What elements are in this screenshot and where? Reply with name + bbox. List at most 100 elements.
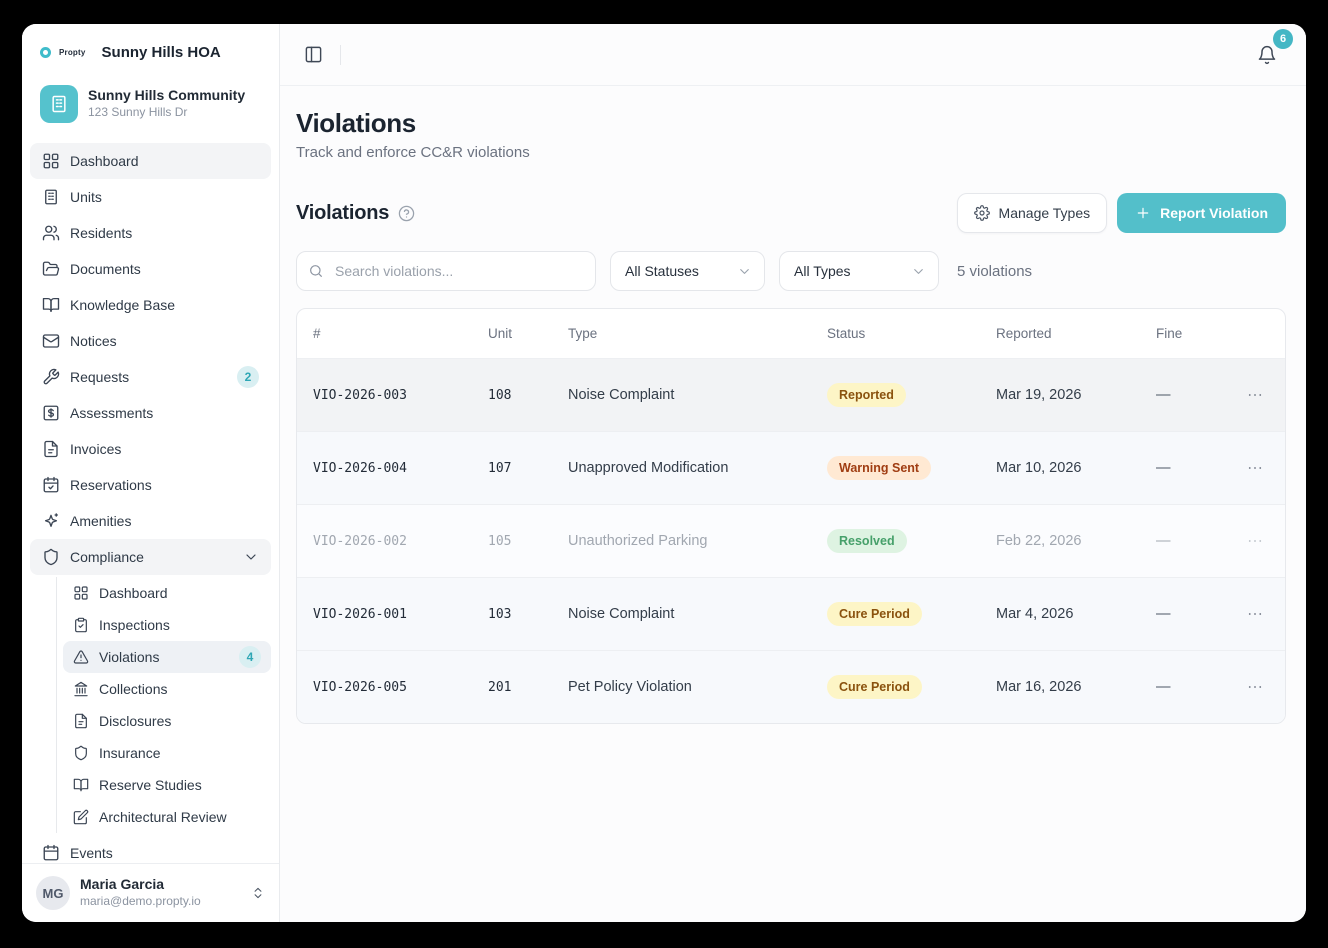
- ellipsis-icon: [1246, 386, 1264, 404]
- violation-unit: 103: [488, 607, 568, 622]
- sidebar-item-amenities[interactable]: Amenities: [30, 503, 271, 539]
- subnav-item-disclosures[interactable]: Disclosures: [63, 705, 271, 737]
- file-text-icon: [73, 713, 89, 729]
- topbar-divider: [340, 45, 341, 65]
- violations-table: # Unit Type Status Reported Fine VIO-202…: [296, 308, 1286, 724]
- violation-type: Unauthorized Parking: [568, 533, 827, 549]
- report-violation-button[interactable]: Report Violation: [1117, 193, 1286, 233]
- help-icon[interactable]: [398, 205, 415, 222]
- violation-reported-date: Feb 22, 2026: [996, 533, 1156, 549]
- calendar-icon: [42, 844, 60, 862]
- notification-count-badge: 6: [1273, 29, 1293, 49]
- violation-id: VIO-2026-005: [313, 680, 488, 695]
- manage-types-button[interactable]: Manage Types: [957, 193, 1108, 233]
- sidebar-item-notices[interactable]: Notices: [30, 323, 271, 359]
- subnav-item-label: Insurance: [99, 745, 160, 761]
- user-menu[interactable]: MG Maria Garcia maria@demo.propty.io: [22, 863, 279, 922]
- sidebar-item-units[interactable]: Units: [30, 179, 271, 215]
- plus-icon: [1135, 205, 1151, 221]
- subnav-item-label: Dashboard: [99, 585, 168, 601]
- subnav-item-reserve-studies[interactable]: Reserve Studies: [63, 769, 271, 801]
- subnav-item-label: Violations: [99, 649, 159, 665]
- violation-fine: —: [1156, 387, 1226, 403]
- search-icon: [308, 263, 324, 279]
- file-text-icon: [42, 440, 60, 458]
- subnav-item-insurance[interactable]: Insurance: [63, 737, 271, 769]
- table-row[interactable]: VIO-2026-005 201 Pet Policy Violation Cu…: [297, 650, 1285, 723]
- type-filter-value: All Types: [794, 263, 851, 279]
- org-name: Sunny Hills HOA: [102, 44, 221, 61]
- sidebar-item-events[interactable]: Events: [30, 835, 271, 863]
- folder-icon: [42, 260, 60, 278]
- status-badge: Cure Period: [827, 675, 922, 699]
- compliance-subnav: Dashboard Inspections Violations 4 Colle…: [56, 577, 271, 833]
- page-title: Violations: [296, 108, 1286, 139]
- status-badge: Cure Period: [827, 602, 922, 626]
- violation-id: VIO-2026-002: [313, 534, 488, 549]
- requests-count-badge: 2: [237, 366, 259, 388]
- violation-unit: 107: [488, 461, 568, 476]
- table-row[interactable]: VIO-2026-001 103 Noise Complaint Cure Pe…: [297, 577, 1285, 650]
- wrench-icon: [42, 368, 60, 386]
- table-row[interactable]: VIO-2026-004 107 Unapproved Modification…: [297, 431, 1285, 504]
- sidebar-item-documents[interactable]: Documents: [30, 251, 271, 287]
- app-window: Propty Sunny Hills HOA Sunny Hills Commu…: [22, 24, 1306, 922]
- sidebar-toggle-button[interactable]: [296, 38, 330, 72]
- row-actions-button[interactable]: [1239, 671, 1271, 703]
- sidebar-item-assessments[interactable]: Assessments: [30, 395, 271, 431]
- row-actions-button[interactable]: [1239, 379, 1271, 411]
- subnav-item-violations[interactable]: Violations 4: [63, 641, 271, 673]
- type-filter-select[interactable]: All Types: [779, 251, 939, 291]
- sidebar-item-compliance[interactable]: Compliance: [30, 539, 271, 575]
- ellipsis-icon: [1246, 459, 1264, 477]
- chevron-down-icon: [243, 549, 259, 565]
- column-header-fine: Fine: [1156, 326, 1226, 341]
- sidebar-item-knowledge-base[interactable]: Knowledge Base: [30, 287, 271, 323]
- subnav-item-architectural-review[interactable]: Architectural Review: [63, 801, 271, 833]
- table-header-row: # Unit Type Status Reported Fine: [297, 309, 1285, 358]
- avatar: MG: [36, 876, 70, 910]
- row-actions-button[interactable]: [1239, 452, 1271, 484]
- sidebar-item-dashboard[interactable]: Dashboard: [30, 143, 271, 179]
- search-input[interactable]: [296, 251, 596, 291]
- column-header-reported: Reported: [996, 326, 1156, 341]
- subnav-item-collections[interactable]: Collections: [63, 673, 271, 705]
- chevron-down-icon: [911, 264, 926, 279]
- sidebar-item-reservations[interactable]: Reservations: [30, 467, 271, 503]
- status-filter-value: All Statuses: [625, 263, 699, 279]
- sidebar-item-label: Events: [70, 845, 113, 861]
- section-header: Violations Manage Types Report Violation: [296, 193, 1286, 233]
- violation-id: VIO-2026-003: [313, 388, 488, 403]
- user-name: Maria Garcia: [80, 876, 201, 894]
- table-row[interactable]: VIO-2026-002 105 Unauthorized Parking Re…: [297, 504, 1285, 577]
- page-content: Violations Track and enforce CC&R violat…: [280, 86, 1306, 922]
- subnav-item-label: Architectural Review: [99, 809, 227, 825]
- column-header-unit: Unit: [488, 326, 568, 341]
- sidebar-item-invoices[interactable]: Invoices: [30, 431, 271, 467]
- violation-reported-date: Mar 4, 2026: [996, 606, 1156, 622]
- building-icon: [42, 188, 60, 206]
- violation-type: Unapproved Modification: [568, 460, 827, 476]
- column-header-type: Type: [568, 326, 827, 341]
- shield-icon: [42, 548, 60, 566]
- community-building-icon: [40, 85, 78, 123]
- sidebar-item-residents[interactable]: Residents: [30, 215, 271, 251]
- sidebar-item-requests[interactable]: Requests 2: [30, 359, 271, 395]
- status-filter-select[interactable]: All Statuses: [610, 251, 765, 291]
- column-header-status: Status: [827, 326, 996, 341]
- edit-square-icon: [73, 809, 89, 825]
- sidebar-item-label: Compliance: [70, 549, 144, 565]
- calendar-check-icon: [42, 476, 60, 494]
- table-row[interactable]: VIO-2026-003 108 Noise Complaint Reporte…: [297, 358, 1285, 431]
- subnav-item-dashboard[interactable]: Dashboard: [63, 577, 271, 609]
- violation-fine: —: [1156, 460, 1226, 476]
- sidebar-item-label: Invoices: [70, 441, 121, 457]
- ellipsis-icon: [1246, 678, 1264, 696]
- violation-type: Noise Complaint: [568, 606, 827, 622]
- subnav-item-inspections[interactable]: Inspections: [63, 609, 271, 641]
- row-actions-button[interactable]: [1239, 525, 1271, 557]
- status-badge: Warning Sent: [827, 456, 931, 480]
- row-actions-button[interactable]: [1239, 598, 1271, 630]
- violation-type: Noise Complaint: [568, 387, 827, 403]
- community-switcher[interactable]: Sunny Hills Community 123 Sunny Hills Dr: [34, 79, 267, 129]
